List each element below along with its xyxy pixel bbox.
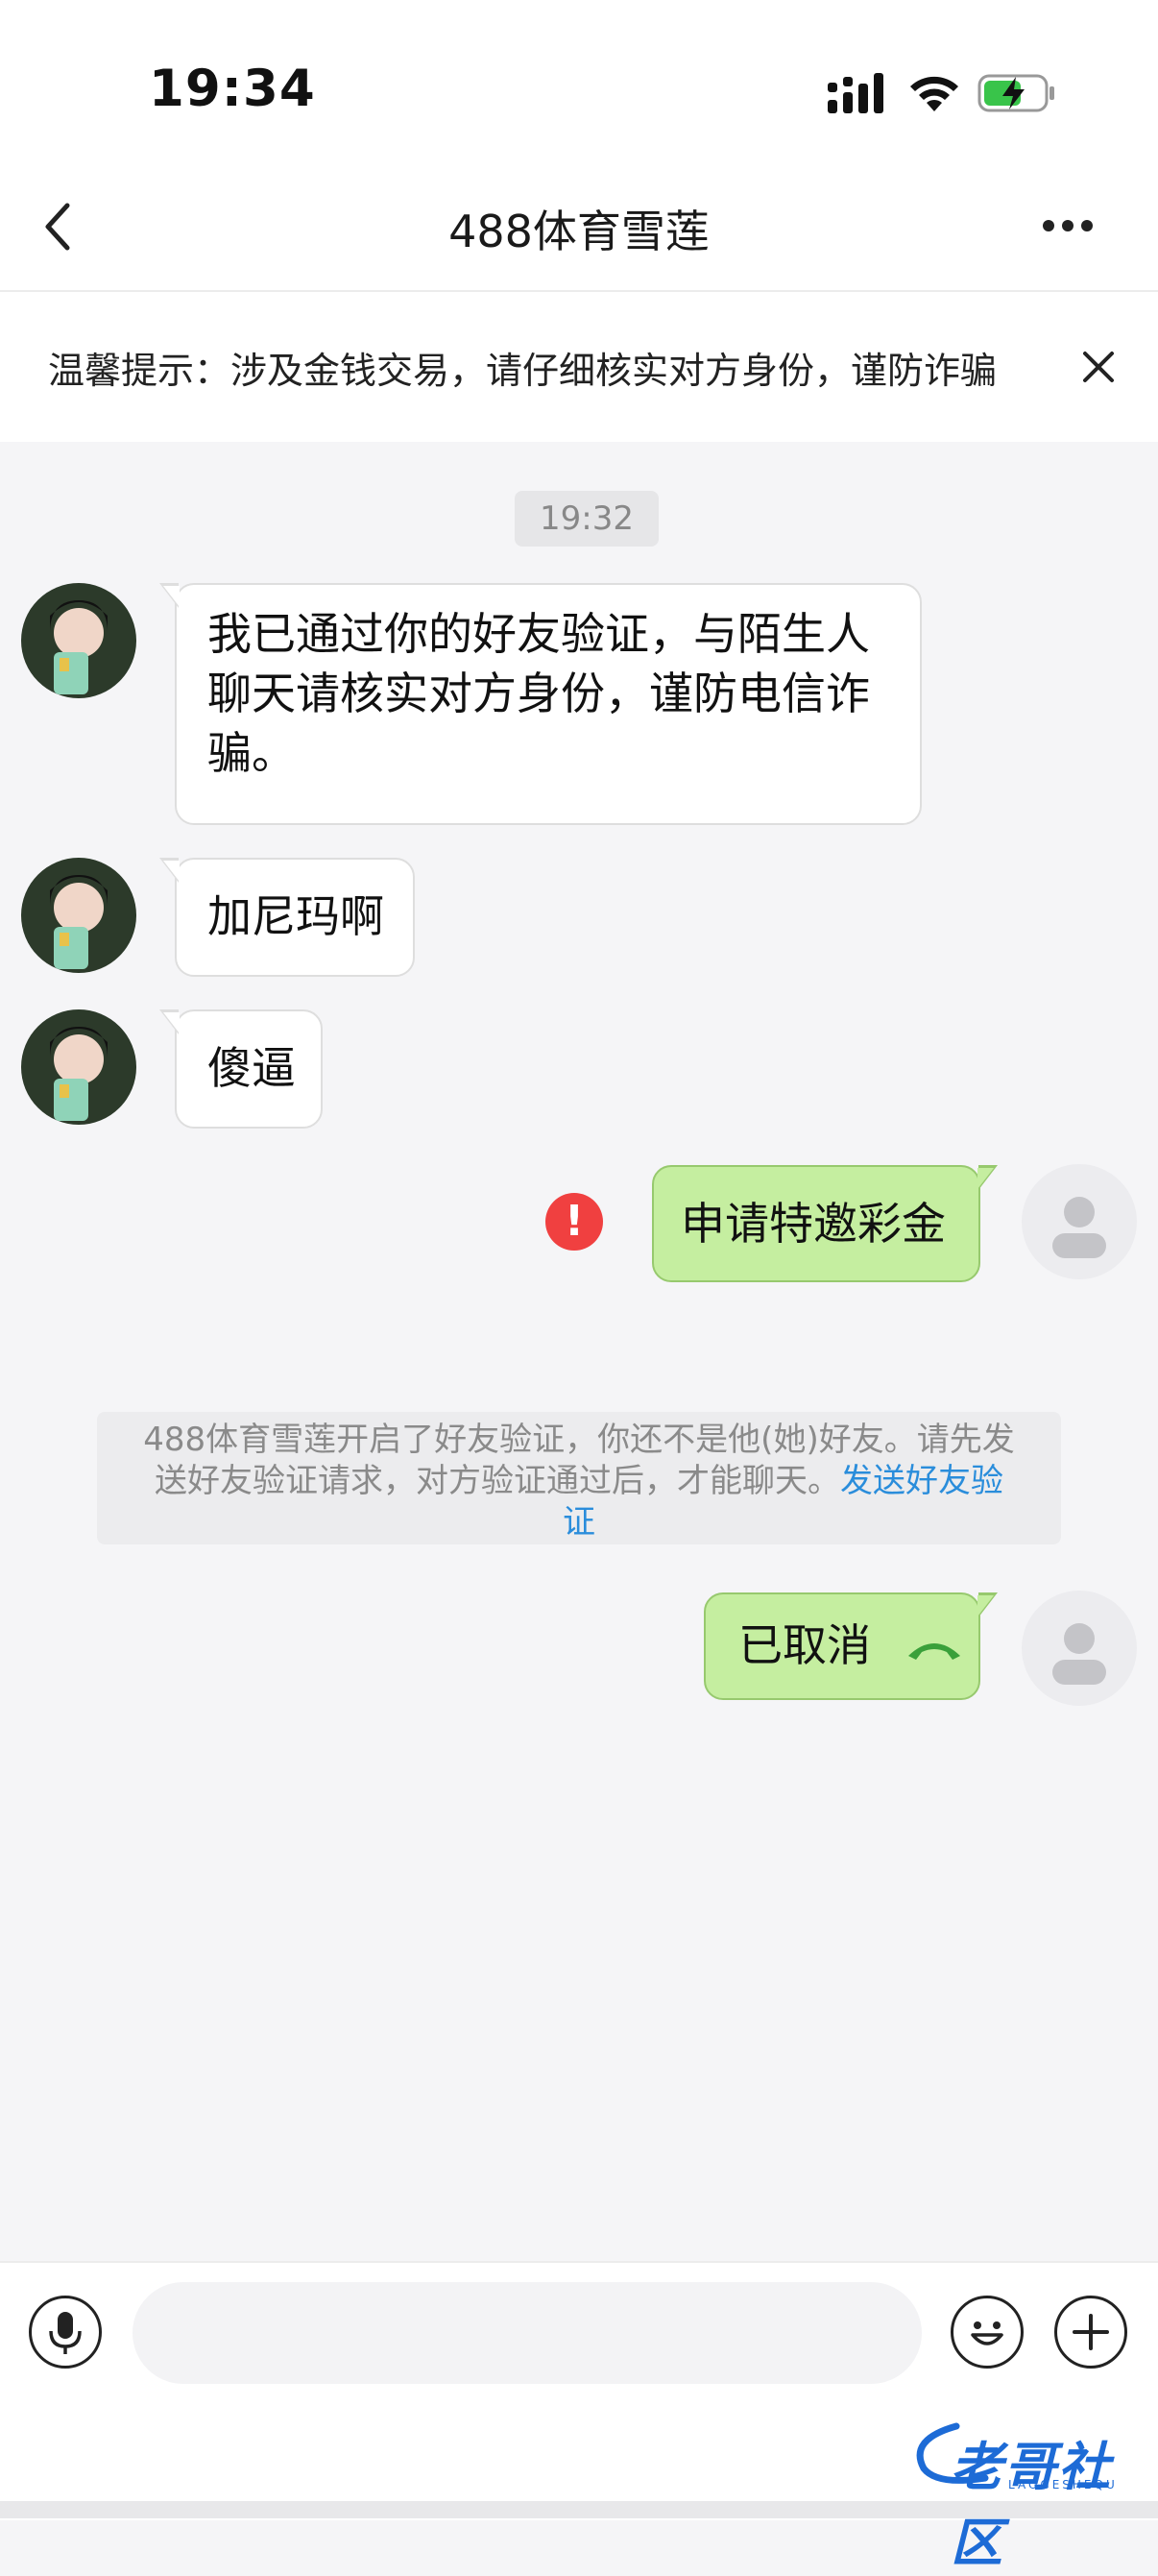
send-failed-icon[interactable]: ! — [545, 1193, 603, 1251]
send-verification-link[interactable]: 证 — [563, 1503, 595, 1542]
send-verification-link[interactable]: 发送好友验 — [840, 1462, 1003, 1500]
cellular-signal-icon — [828, 73, 883, 113]
more-options-icon[interactable] — [1043, 217, 1100, 232]
plus-icon — [1073, 2314, 1109, 2350]
message-bubble[interactable]: 加尼玛啊 — [159, 858, 415, 977]
back-arrow-icon[interactable] — [38, 198, 77, 255]
message-text-line: 聊天请核实对方身份，谨防电信诈 — [207, 668, 870, 719]
message-bubble[interactable]: 我已通过你的好友验证，与陌生人 聊天请核实对方身份，谨防电信诈 骗。 — [159, 583, 922, 825]
warning-banner-text: 温馨提示：涉及金钱交易，请仔细核实对方身份，谨防诈骗 — [48, 350, 998, 392]
battery-charging-icon — [977, 74, 1054, 112]
notice-text: 488体育雪莲开启了好友验证，你还不是他(她)好友。请先发 — [143, 1421, 1015, 1459]
message-text: 加尼玛啊 — [207, 890, 384, 942]
contact-avatar[interactable] — [21, 858, 136, 973]
contact-avatar[interactable] — [21, 1009, 136, 1125]
voice-input-button[interactable] — [29, 2296, 102, 2369]
my-message-bubble[interactable]: 已取消 — [704, 1592, 998, 1700]
chat-title: 488体育雪莲 — [448, 206, 710, 257]
my-avatar[interactable] — [1022, 1591, 1137, 1706]
status-time: 19:34 — [149, 60, 316, 118]
notice-text: 送好友验证请求，对方验证通过后，才能聊天。 — [155, 1462, 840, 1500]
message-text: 申请特邀彩金 — [681, 1198, 946, 1250]
my-message-bubble[interactable]: 申请特邀彩金 — [652, 1165, 998, 1282]
emoji-button[interactable] — [951, 2296, 1024, 2369]
my-avatar[interactable] — [1022, 1164, 1137, 1279]
smiley-icon — [971, 2321, 1003, 2345]
more-actions-button[interactable] — [1054, 2296, 1127, 2369]
watermark-subtext: LAOGESHEQU — [1008, 2478, 1118, 2491]
message-text-line: 我已通过你的好友验证，与陌生人 — [207, 608, 870, 660]
message-bubble[interactable]: 傻逼 — [159, 1009, 323, 1129]
microphone-icon — [49, 2312, 82, 2354]
wifi-icon — [910, 76, 958, 111]
hangup-phone-icon — [907, 1642, 960, 1660]
message-text-line: 骗。 — [207, 727, 296, 779]
close-icon[interactable] — [1079, 348, 1118, 386]
watermark-text: 老哥社区 — [951, 2437, 1112, 2573]
friend-verification-notice: 488体育雪莲开启了好友验证，你还不是他(她)好友。请先发 送好友验证请求，对方… — [97, 1412, 1061, 1544]
home-indicator-area — [0, 2501, 1158, 2518]
message-timestamp: 19:32 — [515, 491, 659, 547]
message-text: 已取消 — [738, 1619, 871, 1671]
contact-avatar[interactable] — [21, 583, 136, 698]
message-input[interactable] — [133, 2282, 922, 2384]
message-text: 傻逼 — [207, 1042, 296, 1094]
